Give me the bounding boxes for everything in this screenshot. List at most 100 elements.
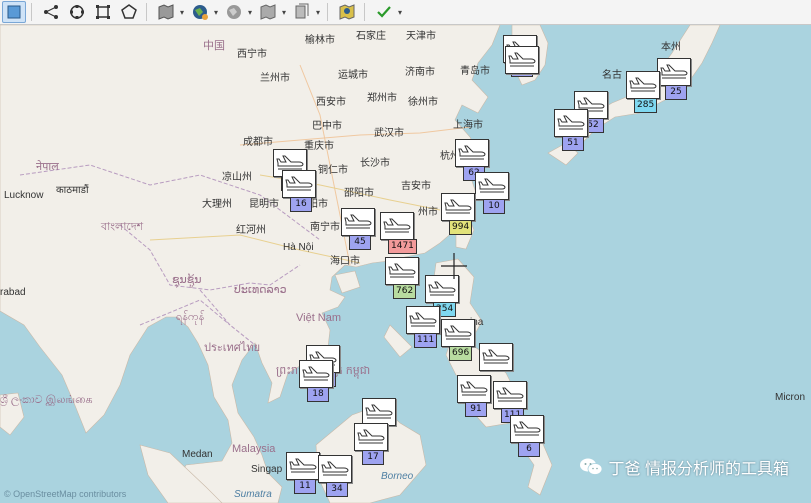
book-map-button[interactable] [256, 1, 280, 23]
toolbar-separator [146, 3, 147, 21]
cluster-count-badge: 18 [307, 387, 329, 402]
place-label: Hà Nội [283, 242, 314, 253]
aircraft-cluster-marker[interactable] [505, 46, 539, 74]
globe-button[interactable] [188, 1, 212, 23]
place-label: 兰州市 [260, 73, 290, 84]
chevron-down-icon[interactable]: ▾ [246, 2, 254, 22]
aircraft-cluster-marker[interactable]: 762 [385, 257, 419, 299]
cluster-count-badge: 762 [393, 284, 417, 299]
select-button[interactable] [2, 1, 26, 23]
place-label: 中国 [203, 40, 225, 52]
rectangle-select-icon [96, 5, 110, 19]
airplane-icon [318, 455, 352, 483]
airplane-icon [657, 58, 691, 86]
airplane-icon [475, 172, 509, 200]
cluster-count-badge: 17 [362, 450, 384, 465]
aircraft-cluster-marker[interactable]: 6 [510, 415, 544, 457]
globe-settings-icon [227, 5, 241, 19]
map-attribution[interactable]: © OpenStreetMap contributors [4, 489, 126, 499]
place-label: বাংলাদেশ [101, 221, 144, 233]
map-layer-button[interactable] [154, 1, 178, 23]
map-layer-icon [158, 4, 174, 20]
place-label: 海口市 [330, 256, 360, 267]
toolbar-separator [31, 3, 32, 21]
book-map-icon [260, 4, 276, 20]
watermark-text: 丁爸 情报分析师的工具箱 [608, 461, 789, 478]
cluster-count-badge: 1471 [388, 239, 417, 254]
check-button[interactable] [372, 1, 396, 23]
place-label: Việt Nam [296, 312, 342, 324]
map-pages-button[interactable] [290, 1, 314, 23]
aircraft-cluster-marker[interactable]: 91 [457, 375, 491, 417]
cluster-count-badge: 696 [449, 346, 473, 361]
aircraft-cluster-marker[interactable]: 994 [441, 193, 475, 235]
place-label: 凉山州 [222, 172, 252, 183]
place-label: 天津市 [406, 31, 436, 42]
cluster-count-badge: 16 [290, 197, 312, 212]
toolbar-separator [327, 3, 328, 21]
place-label: 本州 [661, 42, 681, 53]
circle-select-icon [70, 5, 84, 19]
check-icon [377, 6, 391, 18]
circle-select-button[interactable] [65, 1, 89, 23]
network-button[interactable] [39, 1, 63, 23]
airplane-icon [479, 343, 513, 371]
airplane-icon [554, 109, 588, 137]
aircraft-cluster-marker[interactable]: 34 [318, 455, 352, 497]
place-label: नेपाल [36, 161, 59, 173]
aircraft-cluster-marker[interactable]: 45 [341, 208, 375, 250]
map-marker-icon [339, 4, 355, 20]
aircraft-cluster-marker[interactable]: 111 [406, 306, 440, 348]
place-label: 石家庄 [356, 31, 386, 42]
aircraft-cluster-marker[interactable]: 1471 [380, 212, 417, 254]
aircraft-cluster-marker[interactable]: 111 [493, 381, 527, 423]
chevron-down-icon[interactable]: ▾ [212, 2, 220, 22]
map-view[interactable]: 榆林市 石家庄 天津市 中国 西宁市 兰州市 运城市 济南市 青岛市 郑州市 徐州市 西安市 巴中市 上海… [0, 25, 811, 503]
network-icon [44, 5, 58, 19]
place-label: 邵阳市 [344, 188, 374, 199]
aircraft-cluster-marker[interactable]: 10 [475, 172, 509, 214]
polygon-select-button[interactable] [117, 1, 141, 23]
place-label: 西安市 [316, 97, 346, 108]
chevron-down-icon[interactable]: ▾ [178, 2, 186, 22]
place-label: 红河州 [236, 225, 266, 236]
airplane-icon [441, 319, 475, 347]
cluster-count-badge: 51 [562, 136, 584, 151]
aircraft-cluster-marker[interactable] [479, 343, 513, 371]
watermark: 丁爸 情报分析师的工具箱 [579, 455, 789, 479]
airplane-icon [341, 208, 375, 236]
chevron-down-icon[interactable]: ▾ [280, 2, 288, 22]
place-label: 武汉市 [374, 128, 404, 139]
aircraft-cluster-marker[interactable]: 696 [441, 319, 475, 361]
place-label: 大理州 [202, 199, 232, 210]
place-label: 运城市 [338, 70, 368, 81]
aircraft-cluster-marker[interactable]: 11 [286, 452, 320, 494]
place-label: ຊຸນຊູ້ນ [172, 274, 202, 286]
globe-settings-button[interactable] [222, 1, 246, 23]
place-label: Medan [182, 449, 213, 460]
chevron-down-icon[interactable]: ▾ [396, 2, 404, 22]
chevron-down-icon[interactable]: ▾ [314, 2, 322, 22]
aircraft-cluster-marker[interactable] [362, 398, 396, 426]
cluster-count-badge: 34 [326, 482, 348, 497]
aircraft-cluster-marker[interactable]: 17 [354, 423, 388, 465]
aircraft-cluster-marker[interactable]: 18 [299, 360, 333, 402]
place-label: Malaysia [232, 443, 276, 455]
airplane-icon [626, 71, 660, 99]
place-label: 吉安市 [401, 181, 431, 192]
toolbar-separator [364, 3, 365, 21]
aircraft-cluster-marker[interactable]: 62 [455, 139, 489, 181]
airplane-icon [455, 139, 489, 167]
aircraft-cluster-marker[interactable]: 285 [626, 71, 660, 113]
aircraft-cluster-marker[interactable]: 254 [425, 275, 459, 317]
aircraft-cluster-marker[interactable]: 25 [657, 58, 691, 100]
map-marker-button[interactable] [335, 1, 359, 23]
airplane-icon [406, 306, 440, 334]
aircraft-cluster-marker[interactable]: 51 [554, 109, 588, 151]
globe-icon [193, 5, 208, 20]
place-label: 青岛市 [460, 66, 490, 77]
aircraft-cluster-marker[interactable]: 16 [282, 170, 316, 212]
airplane-icon [493, 381, 527, 409]
rectangle-select-button[interactable] [91, 1, 115, 23]
cluster-count-badge: 111 [414, 333, 438, 348]
